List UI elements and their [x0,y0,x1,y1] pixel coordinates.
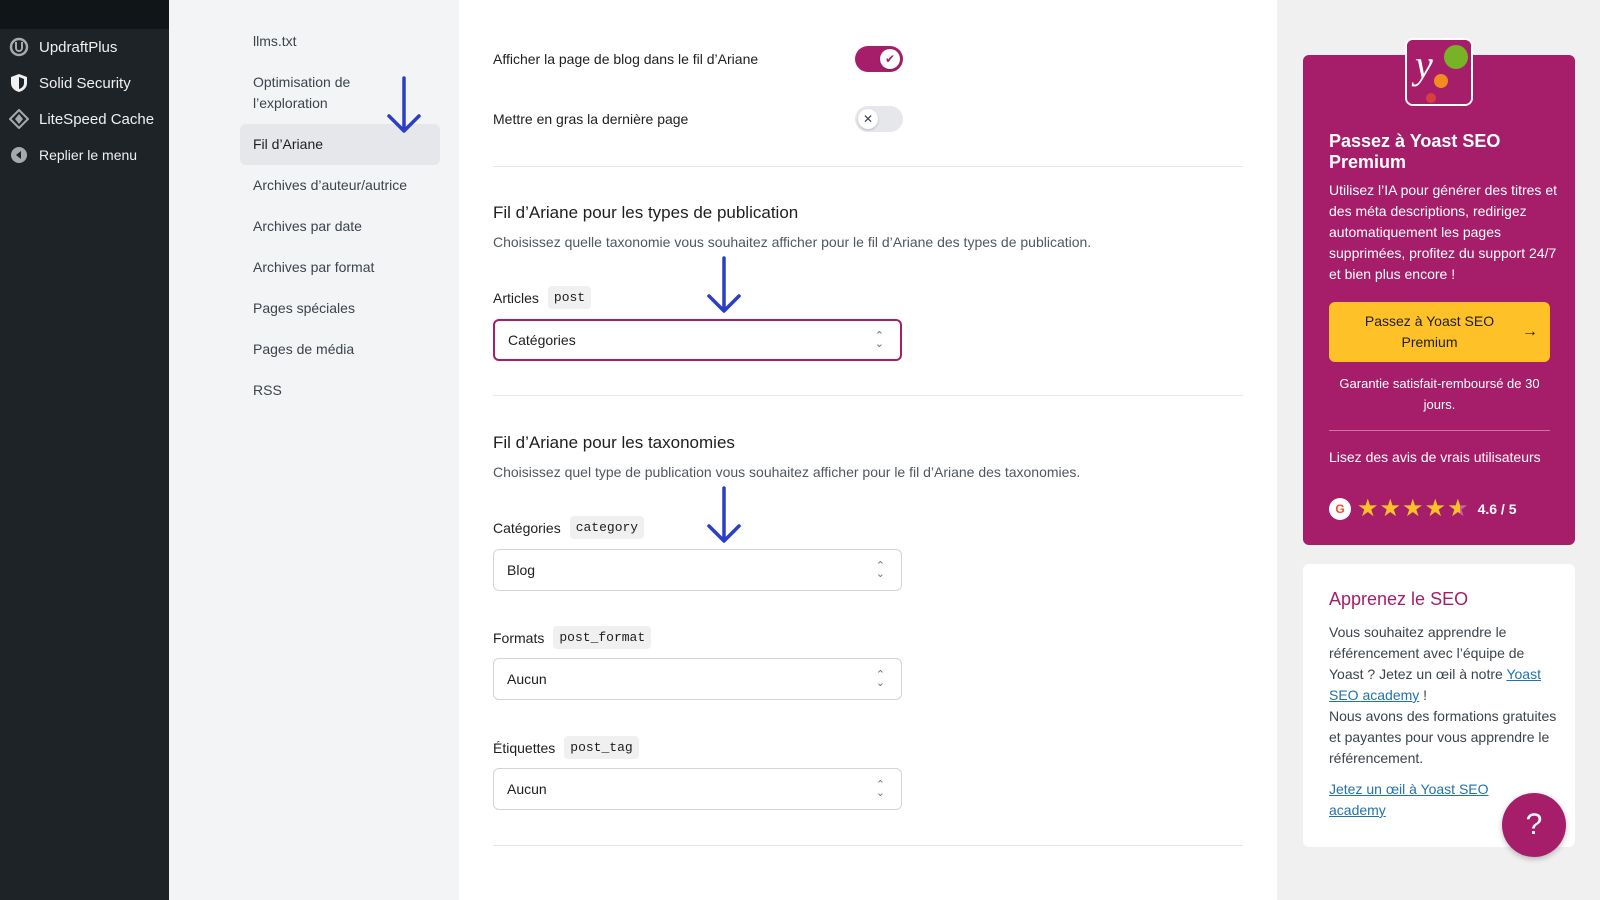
sidebar-right: y Passez à Yoast SEO Premium Utilisez l’… [1277,0,1600,900]
learn-text-part: Vous souhaitez apprendre le référencemen… [1329,624,1525,682]
help-button[interactable]: ? [1502,793,1566,857]
breadcrumbs-settings-panel: Afficher la page de blog dans le fil d’A… [459,0,1277,900]
updraft-icon [9,37,29,57]
select-value: Blog [507,562,536,578]
learn-text: Vous souhaitez apprendre le référencemen… [1329,622,1559,769]
g2-logo-icon: G [1329,498,1351,520]
chevron-up-down-icon: ⌃ ⌄ [875,560,885,580]
formats-post-type-select[interactable]: Aucun ⌃ ⌄ [493,658,902,700]
star-icon: ★ [1379,495,1402,522]
premium-promo-card: y Passez à Yoast SEO Premium Utilisez l’… [1303,38,1575,545]
chevron-up-down-icon: ⌃ ⌄ [875,779,885,799]
code-tag: post_format [553,626,652,649]
annotation-arrow-icon [387,76,421,133]
section-desc-post-types: Choisissez quelle taxonomie vous souhait… [493,234,1092,250]
toggle-row-blog-page: Afficher la page de blog dans le fil d’A… [493,46,903,72]
half-star-icon: ★ [1447,495,1469,522]
rating-row[interactable]: G ★ ★ ★ ★ ★ 4.6 / 5 [1329,497,1517,521]
field-label-text: Étiquettes [493,739,556,756]
field-label-categories: Catégories category [493,516,645,539]
field-label-tags: Étiquettes post_tag [493,736,639,759]
divider [493,395,1243,396]
star-icon: ★ [1402,495,1424,522]
wp-menu-litespeed-cache[interactable]: LiteSpeed Cache [0,101,169,137]
upgrade-premium-button[interactable]: Passez à Yoast SEO Premium → [1329,302,1550,362]
articles-taxonomy-select[interactable]: Catégories ⌃ ⌄ [493,319,902,361]
select-value: Aucun [507,781,547,797]
check-icon: ✔ [880,49,900,69]
subnav-item-rss[interactable]: RSS [240,370,440,411]
wp-menu-updraftplus[interactable]: UpdraftPlus [0,29,169,65]
wp-collapse-label: Replier le menu [39,147,138,163]
divider [493,166,1243,167]
chevron-up-down-icon: ⌃ ⌄ [875,669,885,689]
arrow-right-icon: → [1522,323,1538,340]
blog-page-toggle[interactable]: ✔ [855,46,903,72]
star-icon: ★ [1424,495,1447,522]
code-tag: post [547,286,592,309]
promo-reviews-text: Lisez des avis de vrais utilisateurs [1329,449,1541,465]
chevron-up-down-icon: ⌃ ⌄ [874,330,884,350]
subnav-item-date-archives[interactable]: Archives par date [240,206,440,247]
wp-menu-label: UpdraftPlus [39,38,118,56]
wp-admin-sidebar-top [0,0,169,29]
code-tag: post_tag [564,736,639,759]
wp-collapse-menu[interactable]: Replier le menu [0,137,169,173]
diamond-icon [9,109,29,129]
section-title-taxonomies: Fil d’Ariane pour les taxonomies [493,433,735,452]
subnav-item-format-archives[interactable]: Archives par format [240,247,440,288]
promo-guarantee: Garantie satisfait-remboursé de 30 jours… [1339,376,1540,412]
section-title-post-types: Fil d’Ariane pour les types de publicati… [493,203,799,222]
promo-title: Passez à Yoast SEO Premium [1329,131,1501,172]
wp-admin-sidebar: UpdraftPlus Solid Security LiteSpeed Cac… [0,0,169,900]
toggle-label: Afficher la page de blog dans le fil d’A… [493,51,759,67]
toggle-row-bold-last: Mettre en gras la dernière page ✕ [493,106,903,132]
categories-post-type-select[interactable]: Blog ⌃ ⌄ [493,549,902,591]
upgrade-button-label: Passez à Yoast SEO Premium [1364,313,1495,350]
settings-subnav-column: llms.txt Optimisation de l’exploration F… [169,0,459,900]
code-tag: category [569,516,645,539]
field-label-text: Catégories [493,519,561,536]
subnav-item-special-pages[interactable]: Pages spéciales [240,288,440,329]
promo-text: Utilisez l’IA pour générer des titres et… [1329,182,1557,282]
academy-link[interactable]: Jetez un œil à Yoast SEO academy [1329,779,1529,821]
svg-text:y: y [1411,42,1433,87]
annotation-arrow-icon [707,486,741,543]
subnav-item-llms[interactable]: llms.txt [240,21,440,62]
tags-post-type-select[interactable]: Aucun ⌃ ⌄ [493,768,902,810]
select-value: Catégories [508,332,576,348]
section-desc-taxonomies: Choisissez quel type de publication vous… [493,464,1081,480]
subnav-item-media-pages[interactable]: Pages de média [240,329,440,370]
divider [493,845,1243,846]
wp-menu-solid-security[interactable]: Solid Security [0,65,169,101]
bold-last-page-toggle[interactable]: ✕ [855,106,903,132]
rating-value: 4.6 / 5 [1477,501,1517,517]
field-label-text: Formats [493,629,545,646]
x-icon: ✕ [858,109,878,129]
field-label-formats: Formats post_format [493,626,652,649]
learn-text-part: Nous avons des formations gratuites et p… [1329,708,1557,766]
field-label-articles: Articles post [493,286,592,309]
star-icon: ★ [1357,495,1379,522]
subnav-item-author-archives[interactable]: Archives d’auteur/autrice [240,165,440,206]
divider [1329,430,1550,431]
toggle-label: Mettre en gras la dernière page [493,111,689,127]
wp-menu-label: LiteSpeed Cache [39,110,155,128]
learn-text-part: ! [1419,687,1428,703]
field-label-text: Articles [493,289,539,306]
yoast-logo-icon: y [1405,38,1473,106]
collapse-icon [9,145,29,165]
wp-menu-label: Solid Security [39,74,131,92]
shield-icon [9,73,29,93]
select-value: Aucun [507,671,547,687]
learn-title: Apprenez le SEO [1329,589,1469,609]
annotation-arrow-icon [707,256,741,313]
